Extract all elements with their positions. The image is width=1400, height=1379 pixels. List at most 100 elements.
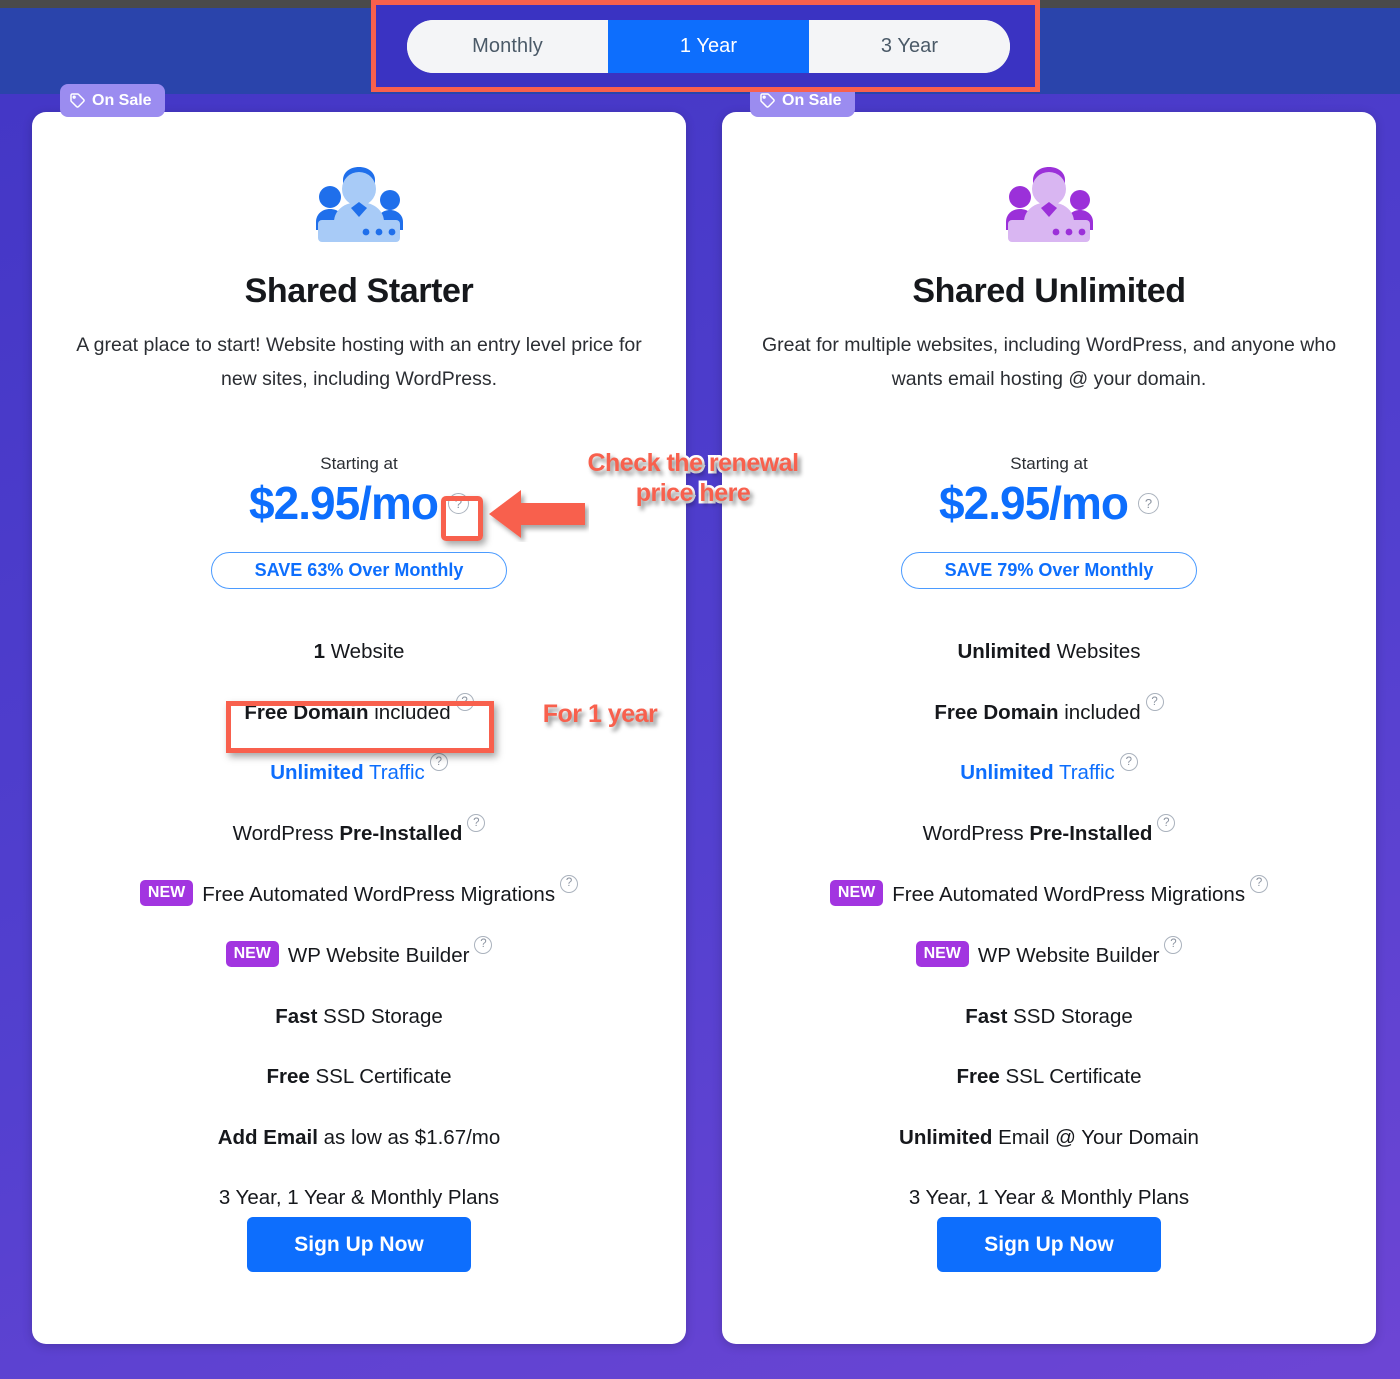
feature-item: Add Email as low as $1.67/mo [32,1125,686,1151]
billing-toggle-highlight-box: Monthly 1 Year 3 Year [371,0,1040,92]
plan-price: $2.95/mo [939,477,1129,530]
feature-tooltip-icon[interactable]: ? [455,692,474,711]
feature-tooltip-icon[interactable]: ? [1250,874,1269,893]
feature-text: 3 Year, 1 Year & Monthly Plans [218,1186,500,1210]
plan-card-shared-starter: On Sale Shared Starter A great place to … [32,84,686,1344]
billing-period-toggle[interactable]: Monthly 1 Year 3 Year [407,20,1010,73]
toggle-option-3-year[interactable]: 3 Year [809,20,1010,73]
feature-bold: Free Domain [934,700,1059,724]
feature-text: Email @ Your Domain [992,1125,1199,1149]
feature-tooltip-icon[interactable]: ? [429,753,448,772]
feature-item: NEW Free Automated WordPress Migrations? [32,874,686,908]
feature-tooltip-icon[interactable]: ? [467,813,486,832]
feature-text: as low as $1.67/mo [317,1125,501,1149]
new-badge: NEW [829,879,884,906]
feature-text: Traffic [363,761,425,785]
feature-bold: Add Email [217,1125,318,1149]
feature-bold: Unlimited [957,640,1051,664]
plan-title: Shared Starter [244,272,474,310]
tag-icon [69,92,86,109]
plan-description: A great place to start! Website hosting … [76,334,642,390]
plan-price: $2.95/mo [249,477,439,530]
feature-bold: Pre-Installed [339,821,463,845]
feature-item: NEW Free Automated WordPress Migrations? [722,874,1376,908]
price-tooltip-icon[interactable]: ? [1137,492,1159,514]
new-badge: NEW [915,940,969,967]
new-badge: NEW [139,879,194,906]
feature-bold: 1 [313,640,325,664]
feature-item: Unlimited Traffic? [32,753,686,786]
feature-item: 3 Year, 1 Year & Monthly Plans [722,1185,1376,1211]
feature-text: WP Website Builder [977,943,1160,967]
feature-item: 3 Year, 1 Year & Monthly Plans [32,1185,686,1211]
feature-item: Unlimited Websites [722,639,1376,665]
feature-bold: Unlimited [270,761,364,785]
feature-tooltip-icon[interactable]: ? [1145,692,1164,711]
feature-text: SSD Storage [1007,1004,1133,1028]
price-row: $2.95/mo ? [722,476,1376,530]
starting-at-label: Starting at [1010,454,1088,474]
feature-text: WordPress [232,821,340,845]
feature-text: included [368,700,451,724]
feature-text: Websites [1050,640,1141,664]
feature-text: Website [325,640,405,664]
feature-text: SSL Certificate [309,1065,452,1089]
plan-card-shared-unlimited: On Sale Shared Unlimited Great for multi… [722,84,1376,1344]
price-tooltip-icon[interactable]: ? [447,492,469,514]
feature-tooltip-icon[interactable]: ? [474,935,493,954]
plan-description: Great for multiple websites, including W… [761,334,1337,390]
feature-text: SSD Storage [317,1004,443,1028]
feature-text: Traffic [1053,761,1115,785]
starting-at-label: Starting at [320,454,398,474]
feature-bold: Free [956,1065,1000,1089]
feature-item: Fast SSD Storage [722,1004,1376,1030]
on-sale-badge-label: On Sale [782,91,842,109]
feature-bold: Unlimited [899,1125,993,1149]
feature-tooltip-icon[interactable]: ? [1119,753,1138,772]
feature-tooltip-icon[interactable]: ? [1157,813,1176,832]
feature-bold: Free Domain [244,700,369,724]
toggle-option-monthly[interactable]: Monthly [407,20,608,73]
annotation-arrow-icon [489,490,585,538]
feature-item: 1 Website [32,639,686,665]
people-group-icon [1006,167,1093,242]
feature-text: 3 Year, 1 Year & Monthly Plans [908,1186,1190,1210]
feature-item: WordPress Pre-Installed? [722,813,1376,847]
feature-bold: Free [266,1065,310,1089]
on-sale-badge-label: On Sale [92,91,152,109]
feature-text: included [1058,700,1141,724]
feature-item: WordPress Pre-Installed? [32,813,686,847]
save-badge[interactable]: SAVE 79% Over Monthly [901,552,1197,590]
feature-bold: Pre-Installed [1029,821,1153,845]
save-badge[interactable]: SAVE 63% Over Monthly [211,552,507,590]
feature-text: Free Automated WordPress Migrations [892,882,1246,906]
feature-bold: Fast [965,1004,1008,1028]
feature-item: NEW WP Website Builder? [722,935,1376,969]
feature-list: 1 Website Free Domain included? Unlimite… [32,639,686,1211]
feature-tooltip-icon[interactable]: ? [1164,935,1183,954]
feature-bold: Unlimited [960,761,1054,785]
sign-up-button[interactable]: Sign Up Now [247,1217,471,1272]
feature-tooltip-icon[interactable]: ? [560,874,579,893]
feature-item: Free SSL Certificate [722,1064,1376,1090]
feature-item: Free Domain included? [722,692,1376,726]
people-group-icon [316,167,403,242]
toggle-option-1-year[interactable]: 1 Year [608,20,809,73]
feature-text: WP Website Builder [287,943,470,967]
feature-item: Unlimited Traffic? [722,753,1376,786]
tag-icon [759,92,776,109]
feature-item: Unlimited Email @ Your Domain [722,1125,1376,1151]
feature-bold: Fast [275,1004,318,1028]
new-badge: NEW [225,940,279,967]
feature-text: SSL Certificate [999,1065,1142,1089]
plan-title: Shared Unlimited [912,272,1186,310]
feature-list: Unlimited Websites Free Domain included?… [722,639,1376,1211]
feature-item: Fast SSD Storage [32,1004,686,1030]
feature-item: Free SSL Certificate [32,1064,686,1090]
on-sale-badge: On Sale [60,84,165,117]
sign-up-button[interactable]: Sign Up Now [937,1217,1161,1272]
feature-item: Free Domain included? [32,692,686,726]
feature-text: WordPress [922,821,1030,845]
feature-item: NEW WP Website Builder? [32,935,686,969]
feature-text: Free Automated WordPress Migrations [202,882,556,906]
